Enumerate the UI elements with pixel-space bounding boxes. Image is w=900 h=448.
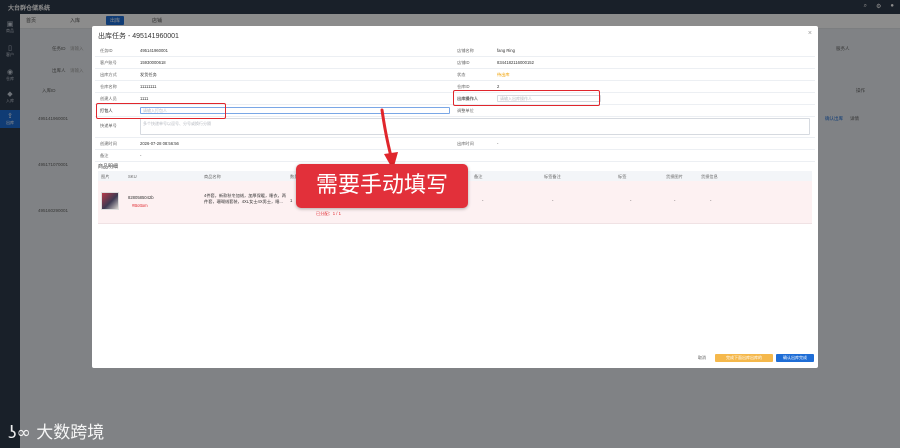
- field-label: 出库方式: [100, 71, 117, 77]
- close-icon[interactable]: ×: [808, 30, 812, 37]
- detail-row: 任务ID 495141960001 店铺名称 fang Ring: [95, 45, 815, 57]
- complete-outbound-button[interactable]: 完成下面出库出库的: [715, 354, 773, 362]
- column-header: 图片: [101, 173, 110, 179]
- detail-row: 客户账号 15930000618 店铺ID 8344182116000152: [95, 57, 815, 69]
- field-label: 仓库ID: [457, 83, 470, 89]
- tag-remark-value: -: [552, 198, 554, 203]
- allocation-status: 已分配：1 / 1: [316, 211, 341, 216]
- field-value: 11111111: [140, 83, 157, 89]
- field-label: 仓库名称: [100, 83, 117, 89]
- field-value: -: [497, 140, 499, 146]
- modal-title: 出库任务 - 495141960001: [98, 33, 179, 40]
- detail-row: 快递单号 多个快递单号以逗号、分号或换行分隔: [95, 117, 815, 138]
- detail-row: 备注 -: [95, 150, 815, 162]
- field-label: 调整单位: [457, 107, 474, 113]
- field-label: 创建人员: [100, 95, 117, 101]
- logo-icon: ʖ∞: [8, 423, 37, 443]
- field-value: 2: [497, 83, 500, 89]
- field-value: 1111: [140, 95, 149, 101]
- sku-value: 8280585042b: [128, 195, 154, 200]
- field-label: 快递单号: [100, 123, 117, 128]
- damage-image-value: -: [674, 198, 676, 203]
- field-label: 店铺ID: [457, 59, 470, 65]
- detail-row: 创建时间 2026-07-28 08:56:56 出库时间 -: [95, 138, 815, 150]
- tracking-textarea[interactable]: 多个快递单号以逗号、分号或换行分隔: [140, 118, 810, 135]
- product-image: [101, 192, 119, 210]
- quantity-value: 1: [290, 198, 293, 203]
- field-label: 出库时间: [457, 140, 474, 146]
- detail-row: 出库方式 发货任务 状态 待出库: [95, 69, 815, 81]
- column-header: 商品名称: [204, 173, 221, 179]
- field-value: 2026-07-28 08:56:56: [140, 140, 179, 146]
- confirm-outbound-button[interactable]: 确认出库完成: [776, 354, 814, 362]
- field-label: 创建时间: [100, 140, 117, 146]
- field-label: 状态: [457, 71, 466, 77]
- product-name: 4件套，新款秋冬加绒，加厚保暖，睡衣，两件套，珊瑚绒套装，4XL女士4X男士，睡…: [204, 193, 286, 204]
- field-value: fang Ring: [497, 47, 515, 53]
- status-badge: 待出库: [497, 71, 510, 77]
- field-value: -: [140, 152, 142, 158]
- field-value: 发货任务: [140, 71, 157, 77]
- watermark-text: 大数跨境: [36, 423, 105, 443]
- field-value: 8344182116000152: [497, 59, 534, 65]
- column-header: 货损信息: [701, 173, 718, 179]
- highlight-operator: [453, 90, 600, 106]
- annotation-callout: 需要手动填写: [296, 164, 468, 208]
- field-label: 备注: [100, 152, 109, 158]
- highlight-packer: [96, 103, 226, 119]
- watermark: ʖ∞ 大数跨境: [8, 418, 104, 443]
- sku-tag: #Bottom: [132, 203, 148, 208]
- field-label: 任务ID: [100, 47, 113, 53]
- items-section-title: 商品明细: [98, 164, 119, 170]
- column-header: SKU: [128, 173, 137, 179]
- field-value: 495141960001: [140, 47, 168, 53]
- tag-value: -: [630, 198, 632, 203]
- column-header: 标签: [618, 173, 627, 179]
- damage-info-value: -: [710, 198, 712, 203]
- column-header: 货损图片: [666, 173, 683, 179]
- field-label: 店铺名称: [457, 47, 474, 53]
- field-value: 15930000618: [140, 59, 166, 65]
- column-header: 备注: [474, 173, 483, 179]
- field-label: 客户账号: [100, 59, 117, 65]
- column-header: 标签备注: [544, 173, 561, 179]
- cancel-button[interactable]: 取消: [693, 354, 711, 362]
- remark-value: -: [482, 198, 484, 203]
